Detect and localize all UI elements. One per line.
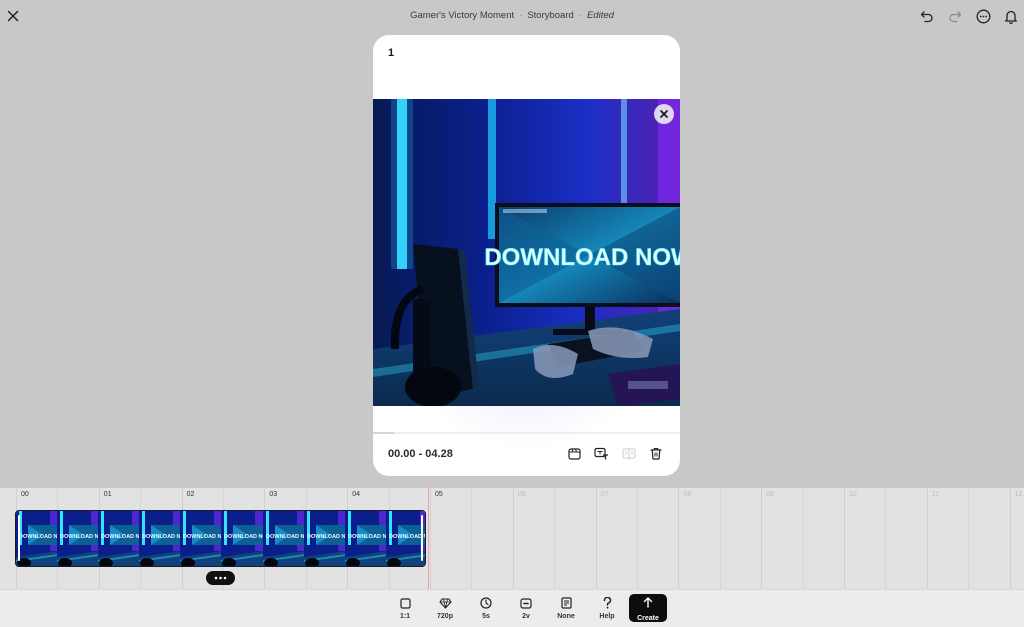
timeline-subtick [968,488,970,589]
screen-text: DOWNLOAD NOW [484,244,680,271]
document-title: Gamer's Victory Moment · Storyboard · Edited [0,10,1024,21]
scene-tools [566,445,664,462]
duration-label: 5s [482,613,490,620]
timeline-tick-label: 00 [21,491,29,498]
clip-frame: DOWNLOAD NOW [57,511,99,566]
svg-text:DOWNLOAD NOW: DOWNLOAD NOW [266,534,304,540]
scene-time-range: 00.00 - 04.28 [388,448,453,460]
timeline-subtick [885,488,887,589]
timeline-tick [926,488,928,589]
timeline-subtick [802,488,804,589]
trash-icon[interactable] [647,445,664,462]
svg-text:DOWNLOAD NOW: DOWNLOAD NOW [348,534,386,540]
timeline-subtick [554,488,556,589]
clip-trim-handle-start[interactable] [18,515,20,561]
text-overlay-icon[interactable] [593,445,610,462]
clip-frame: DOWNLOAD NOW [385,511,425,566]
voice-label: 2v [522,613,530,620]
title-separator-2: · [578,10,582,21]
bottom-toolbar: 1:1 720p 5s 2v None Help Create [0,589,1024,627]
quality-label: 720p [437,613,453,620]
timeline-tick-label: 08 [683,491,692,498]
scene-number: 1 [388,47,395,59]
voice-icon [520,596,532,610]
edit-status: Edited [586,10,614,21]
timeline-tick-label: 04 [352,491,360,498]
timeline-tick-label: 01 [103,491,112,498]
timeline-tick-label: 06 [517,491,526,498]
upload-arrow-icon [643,595,653,613]
clock-icon [480,596,492,610]
timeline-tick [1009,488,1011,589]
undo-icon[interactable] [918,7,936,25]
media-icon[interactable] [566,445,583,462]
svg-text:DOWNLOAD NOW: DOWNLOAD NOW [307,534,345,540]
timeline-clip[interactable]: DOWNLOAD NOWDOWNLOAD NOWDOWNLOAD NOWDOWN… [15,510,426,567]
scene-progress-track[interactable] [373,432,680,434]
clip-more-icon[interactable] [206,571,235,585]
timeline-tick-label: 05 [435,491,443,498]
help-icon [603,596,612,610]
voice-button[interactable]: 2v [508,596,544,624]
remove-media-icon[interactable] [654,104,674,124]
timeline-tick-label: 12 [1014,491,1023,498]
timeline[interactable]: 00010203040506070809101112 DOWNLOAD NOWD… [0,488,1024,589]
clip-frame: DOWNLOAD NOW [139,511,181,566]
book-icon [560,596,572,610]
story-label: None [557,613,575,620]
duration-button[interactable]: 5s [468,596,504,624]
clip-frame: DOWNLOAD NOW [16,511,58,566]
view-name: Storyboard [527,10,574,21]
svg-text:DOWNLOAD NOW: DOWNLOAD NOW [19,534,57,540]
story-button[interactable]: None [548,596,584,624]
bell-icon[interactable] [1002,7,1020,25]
quality-button[interactable]: 720p [427,596,463,624]
timeline-subtick [471,488,473,589]
project-title: Gamer's Victory Moment [410,10,515,21]
clip-trim-handle-end[interactable] [421,515,423,561]
quality-icon [438,596,452,610]
clip-frame: DOWNLOAD NOW [221,511,263,566]
split-icon[interactable] [620,445,637,462]
help-button[interactable]: Help [589,596,625,624]
timeline-tick-label: 03 [269,491,278,498]
timeline-tick [678,488,680,589]
clip-frame: DOWNLOAD NOW [303,511,345,566]
timeline-subtick [637,488,638,589]
svg-text:DOWNLOAD NOW: DOWNLOAD NOW [142,534,180,540]
timeline-playhead[interactable] [428,488,429,589]
timeline-tick-label: 09 [766,491,774,498]
help-label: Help [599,613,615,620]
create-button[interactable]: Create [629,594,667,622]
timeline-tick [595,488,597,589]
aspect-ratio-label: 1:1 [399,613,411,620]
top-bar: Gamer's Victory Moment · Storyboard · Edited [0,0,1024,32]
scene-card[interactable]: 1 DOWNLOAD NOW 00.00 - 04.28 [373,35,680,476]
svg-text:DOWNLOAD NOW: DOWNLOAD NOW [101,534,139,540]
clip-frame: DOWNLOAD NOW [180,511,222,566]
more-icon[interactable] [974,7,992,25]
svg-text:DOWNLOAD NOW: DOWNLOAD NOW [224,534,262,540]
timeline-tick [512,488,514,589]
timeline-tick-label: 02 [186,491,195,498]
aspect-ratio-icon [399,596,411,610]
timeline-tick-label: 10 [849,491,857,498]
clip-frame: DOWNLOAD NOW [262,511,304,566]
timeline-tick-label: 11 [931,491,940,498]
svg-text:DOWNLOAD NOW: DOWNLOAD NOW [60,534,98,540]
create-label: Create [637,614,659,622]
timeline-subtick [719,488,721,589]
svg-text:DOWNLOAD NOW: DOWNLOAD NOW [183,534,221,540]
aspect-ratio-button[interactable]: 1:1 [387,596,423,624]
timeline-tick-label: 07 [600,491,609,498]
title-separator: · [519,10,523,21]
redo-icon[interactable] [946,7,964,25]
clip-frame: DOWNLOAD NOW [344,511,386,566]
scene-progress-fill [373,432,395,434]
timeline-tick [761,488,763,589]
timeline-tick [430,488,431,589]
clip-frame: DOWNLOAD NOW [98,511,140,566]
timeline-tick [844,488,845,589]
scene-image[interactable]: DOWNLOAD NOW [373,99,680,406]
